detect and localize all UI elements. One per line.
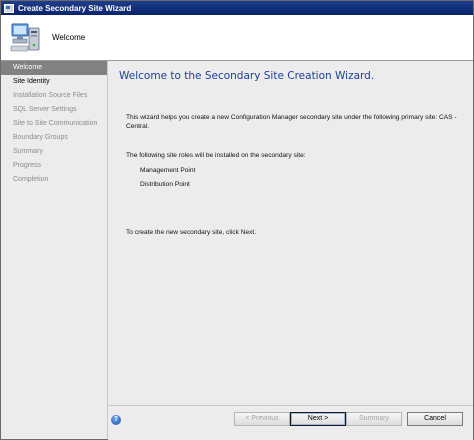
sidebar-item-site-to-site-communication[interactable]: Site to Site Communication xyxy=(1,117,107,131)
wizard-sidebar: Welcome Site Identity Installation Sourc… xyxy=(1,61,108,439)
instruction-text: To create the new secondary site, click … xyxy=(126,229,257,236)
sidebar-item-installation-source-files[interactable]: Installation Source Files xyxy=(1,89,107,103)
wizard-footer: ? < Previous Next > Summary Cancel xyxy=(108,405,473,440)
title-bar[interactable]: Create Secondary Site Wizard xyxy=(1,1,473,15)
wizard-header: Welcome xyxy=(1,15,473,61)
help-icon[interactable]: ? xyxy=(111,415,121,425)
wizard-content: Welcome to the Secondary Site Creation W… xyxy=(108,61,473,405)
wizard-window-icon xyxy=(4,3,14,13)
header-title: Welcome xyxy=(52,33,86,42)
sidebar-item-boundary-groups[interactable]: Boundary Groups xyxy=(1,131,107,145)
sidebar-item-sql-server-settings[interactable]: SQL Server Settings xyxy=(1,103,107,117)
window-title: Create Secondary Site Wizard xyxy=(18,3,132,13)
sidebar-item-completion[interactable]: Completion xyxy=(1,173,107,187)
sidebar-item-welcome[interactable]: Welcome xyxy=(1,61,107,75)
intro-text: This wizard helps you create a new Confi… xyxy=(126,114,457,130)
sidebar-item-site-identity[interactable]: Site Identity xyxy=(1,75,107,89)
sidebar-item-progress[interactable]: Progress xyxy=(1,159,107,173)
cancel-button[interactable]: Cancel xyxy=(407,412,463,426)
summary-button[interactable]: Summary xyxy=(346,412,402,426)
roles-intro-text: The following site roles will be install… xyxy=(126,152,306,159)
role-distribution-point: Distribution Point xyxy=(140,181,190,188)
sidebar-item-summary[interactable]: Summary xyxy=(1,145,107,159)
computer-site-icon xyxy=(10,23,40,52)
page-heading: Welcome to the Secondary Site Creation W… xyxy=(119,70,375,82)
next-button[interactable]: Next > xyxy=(290,412,346,426)
wizard-window: Create Secondary Site Wizard Welcome Wel… xyxy=(0,0,474,440)
previous-button[interactable]: < Previous xyxy=(234,412,290,426)
role-management-point: Management Point xyxy=(140,167,196,174)
